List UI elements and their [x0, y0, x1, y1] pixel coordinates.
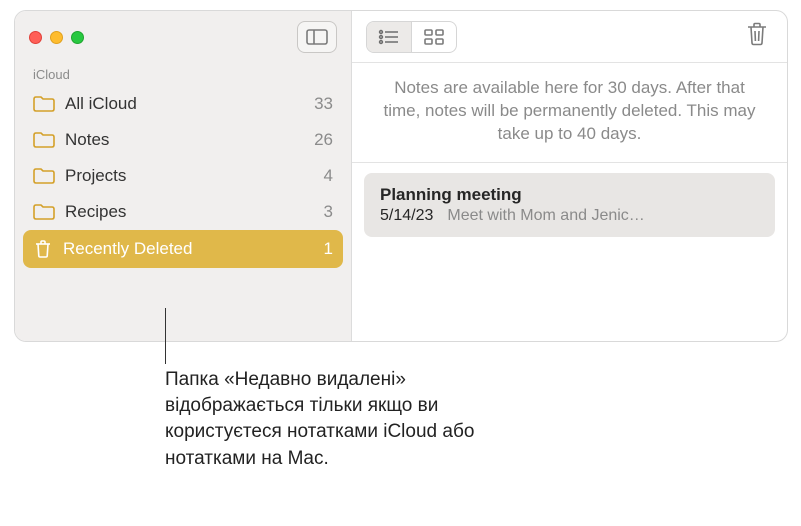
content-pane: Notes are available here for 30 days. Af… [352, 11, 787, 341]
folder-icon [33, 95, 55, 113]
toolbar [352, 11, 787, 63]
sidebar-item-projects[interactable]: Projects 4 [15, 158, 351, 194]
sidebar-item-all-icloud[interactable]: All iCloud 33 [15, 86, 351, 122]
sidebar-item-label: Projects [65, 166, 126, 186]
notes-window: iCloud All iCloud 33 Notes 26 [14, 10, 788, 342]
sidebar-item-label: Notes [65, 130, 109, 150]
info-banner: Notes are available here for 30 days. Af… [352, 63, 787, 163]
trash-icon [33, 239, 53, 259]
note-meta: 5/14/23 Meet with Mom and Jenic… [380, 207, 759, 225]
close-window-button[interactable] [29, 31, 42, 44]
sidebar-section-label: iCloud [15, 63, 351, 86]
toggle-sidebar-button[interactable] [297, 21, 337, 53]
note-item[interactable]: Planning meeting 5/14/23 Meet with Mom a… [364, 173, 775, 237]
delete-note-button[interactable] [741, 17, 773, 56]
gallery-view-button[interactable] [412, 22, 456, 52]
note-list: Planning meeting 5/14/23 Meet with Mom a… [352, 163, 787, 247]
view-mode-segment [366, 21, 457, 53]
sidebar: iCloud All iCloud 33 Notes 26 [15, 11, 352, 341]
sidebar-item-count: 1 [324, 239, 333, 259]
window-controls [29, 31, 84, 44]
folder-list: All iCloud 33 Notes 26 Projects 4 [15, 86, 351, 268]
folder-icon [33, 131, 55, 149]
window-title-area [15, 11, 351, 63]
sidebar-item-label: Recently Deleted [63, 239, 192, 259]
sidebar-item-notes[interactable]: Notes 26 [15, 122, 351, 158]
sidebar-item-count: 4 [324, 166, 333, 186]
sidebar-icon [306, 29, 328, 45]
sidebar-item-count: 26 [314, 130, 333, 150]
sidebar-item-label: All iCloud [65, 94, 137, 114]
folder-icon [33, 203, 55, 221]
note-snippet: Meet with Mom and Jenic… [447, 207, 759, 225]
sidebar-item-label: Recipes [65, 202, 126, 222]
sidebar-item-count: 3 [324, 202, 333, 222]
sidebar-item-recipes[interactable]: Recipes 3 [15, 194, 351, 230]
sidebar-item-recently-deleted[interactable]: Recently Deleted 1 [23, 230, 343, 268]
sidebar-item-count: 33 [314, 94, 333, 114]
note-date: 5/14/23 [380, 207, 433, 225]
list-view-button[interactable] [367, 22, 411, 52]
folder-icon [33, 167, 55, 185]
note-title: Planning meeting [380, 185, 759, 205]
minimize-window-button[interactable] [50, 31, 63, 44]
list-icon [378, 29, 400, 45]
callout-leader-line [165, 308, 166, 364]
callout-text: Папка «Недавно видалені» відображається … [165, 367, 505, 472]
trash-icon [745, 21, 769, 47]
grid-icon [424, 29, 444, 45]
zoom-window-button[interactable] [71, 31, 84, 44]
